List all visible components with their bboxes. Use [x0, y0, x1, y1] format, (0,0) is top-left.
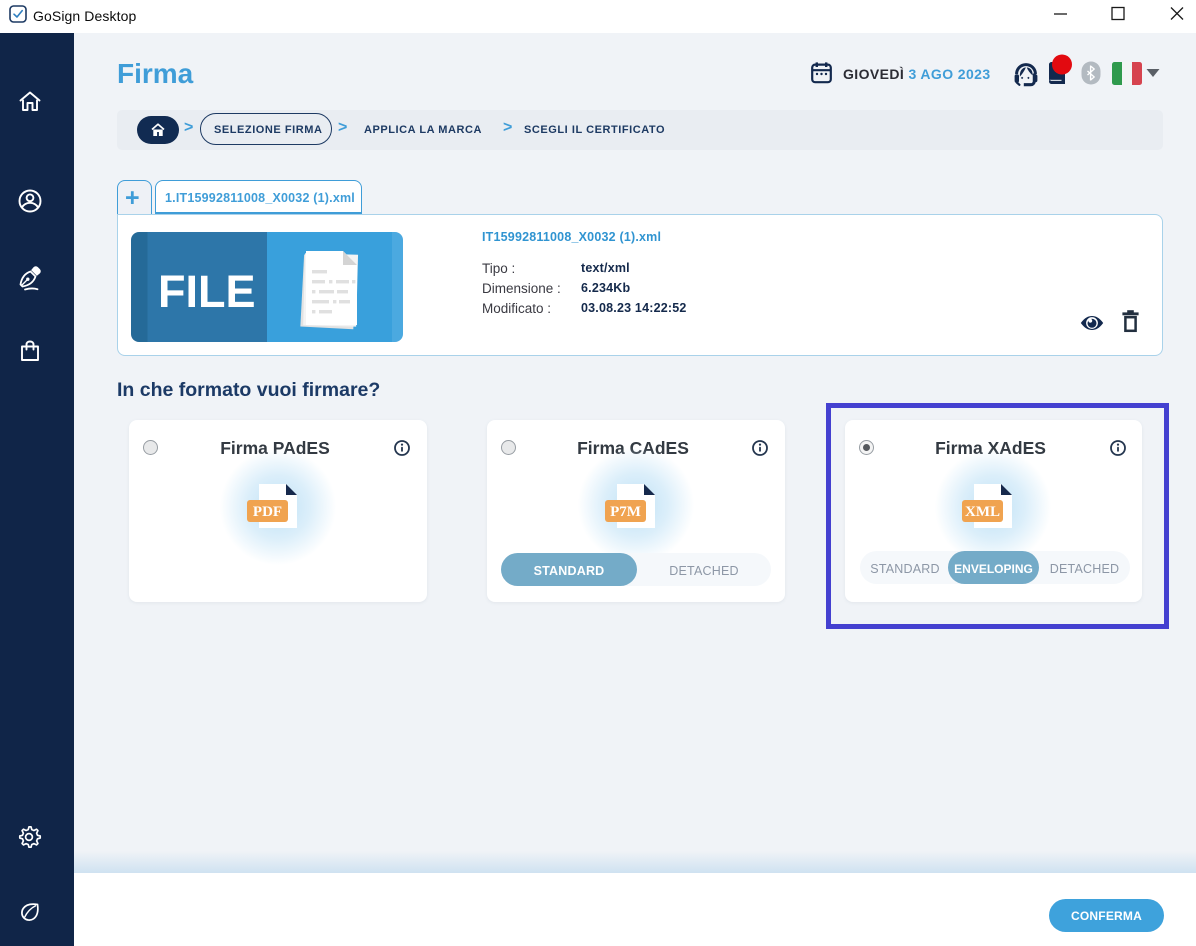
svg-text:P7M: P7M — [610, 504, 641, 520]
svg-text:XML: XML — [965, 504, 1000, 520]
svg-text:PDF: PDF — [253, 504, 282, 520]
